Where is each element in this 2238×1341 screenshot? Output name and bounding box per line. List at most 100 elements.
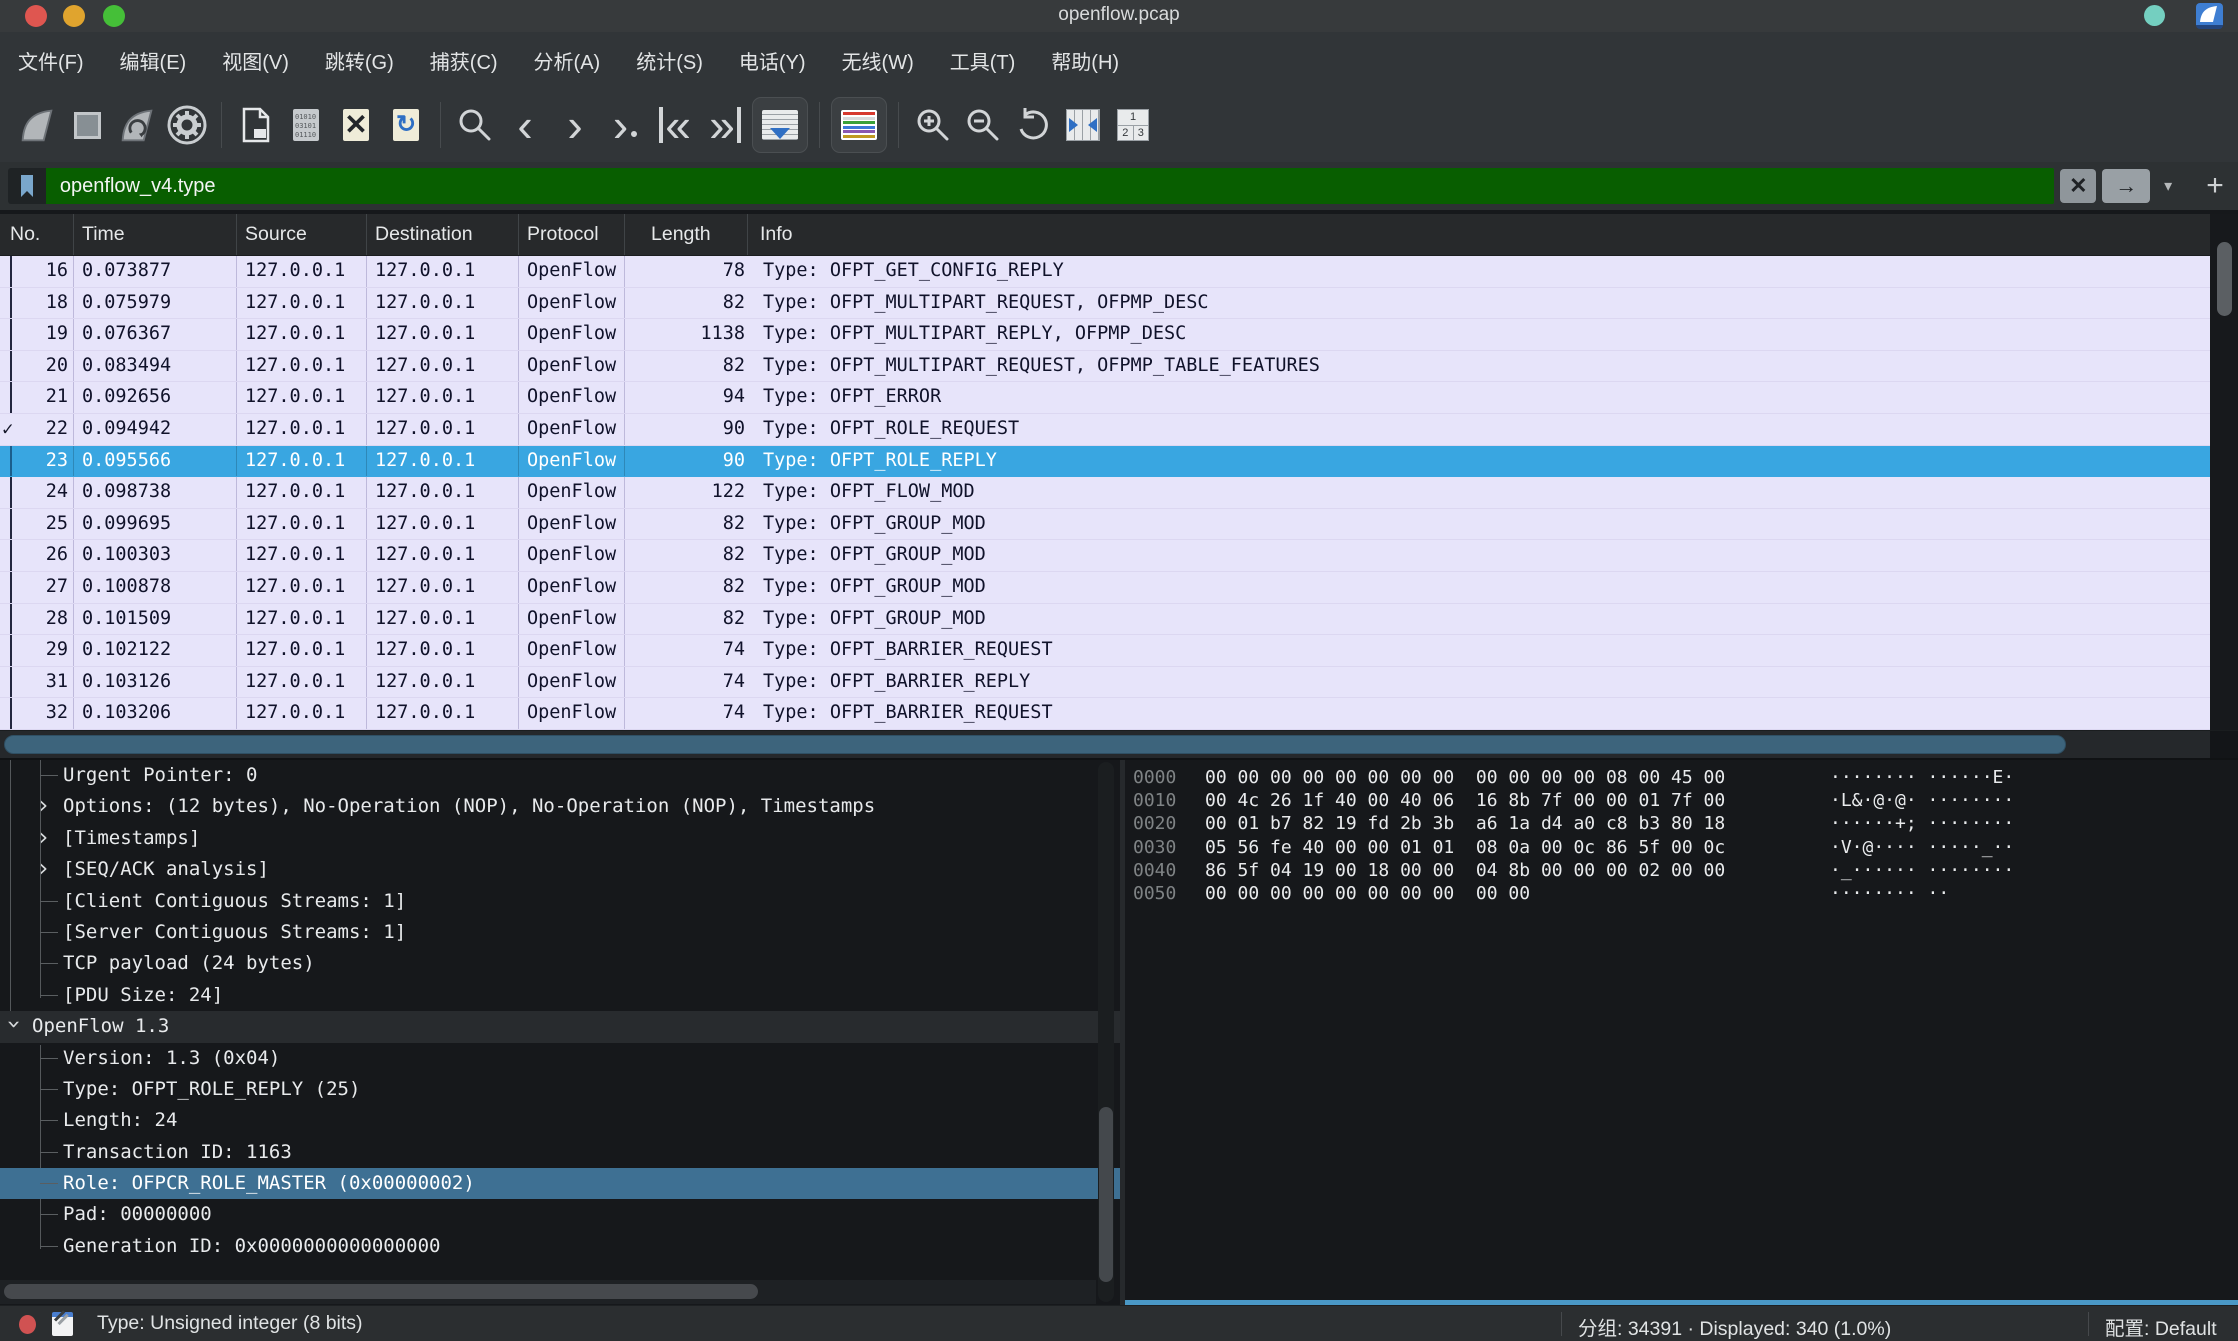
detail-pane-horizontal-scrollbar-thumb[interactable] xyxy=(4,1284,758,1299)
first-packet-icon[interactable]: « xyxy=(650,97,700,153)
detail-tree-row[interactable]: TCP payload (24 bytes) xyxy=(0,948,1120,979)
capture-comment-icon[interactable] xyxy=(52,1312,73,1336)
detail-tree-row[interactable]: ›Options: (12 bytes), No-Operation (NOP)… xyxy=(0,791,1120,822)
zoom-out-icon[interactable] xyxy=(958,97,1008,153)
previous-packet-icon[interactable]: ‹ xyxy=(500,97,550,153)
detail-tree-row[interactable]: [Server Contiguous Streams: 1] xyxy=(0,917,1120,948)
packet-row[interactable]: ✓220.094942127.0.0.1127.0.0.1OpenFlow90T… xyxy=(0,414,2210,446)
packet-list-vertical-scrollbar-thumb[interactable] xyxy=(2217,242,2232,316)
auto-scroll-icon[interactable] xyxy=(752,97,808,153)
detail-pane-vertical-scrollbar[interactable] xyxy=(1098,762,1114,1302)
start-capture-fin-icon[interactable] xyxy=(12,97,62,153)
menu-item-go[interactable]: 跳转(G) xyxy=(307,46,412,75)
packet-row[interactable]: 180.075979127.0.0.1127.0.0.1OpenFlow82Ty… xyxy=(0,288,2210,320)
reload-file-icon[interactable]: ↻ xyxy=(381,97,431,153)
packet-row[interactable]: 190.076367127.0.0.1127.0.0.1OpenFlow1138… xyxy=(0,319,2210,351)
detail-tree-row[interactable]: Role: OFPCR_ROLE_MASTER (0x00000002) xyxy=(0,1168,1120,1199)
hex-row[interactable]: 001000 4c 26 1f 40 00 40 06 16 8b 7f 00 … xyxy=(1125,789,2238,812)
last-packet-icon[interactable]: » xyxy=(700,97,750,153)
display-filter-input[interactable]: openflow_v4.type xyxy=(46,168,2054,204)
menu-item-wireless[interactable]: 无线(W) xyxy=(824,46,932,75)
detail-tree-row[interactable]: Generation ID: 0x0000000000000000 xyxy=(0,1231,1120,1262)
zoom-in-icon[interactable] xyxy=(908,97,958,153)
column-header-destination[interactable]: Destination xyxy=(367,214,519,255)
filter-clear-button[interactable]: ✕ xyxy=(2060,169,2096,203)
profile-status[interactable]: 配置: Default xyxy=(2105,1312,2217,1341)
packet-row[interactable]: 210.092656127.0.0.1127.0.0.1OpenFlow94Ty… xyxy=(0,382,2210,414)
column-header-source[interactable]: Source xyxy=(237,214,367,255)
hex-row[interactable]: 002000 01 b7 82 19 fd 2b 3b a6 1a d4 a0 … xyxy=(1125,812,2238,835)
packet-row[interactable]: 280.101509127.0.0.1127.0.0.1OpenFlow82Ty… xyxy=(0,604,2210,636)
column-header-info[interactable]: Info xyxy=(748,214,2210,255)
menu-item-analyze[interactable]: 分析(A) xyxy=(516,46,619,75)
hex-row[interactable]: 004086 5f 04 19 00 18 00 00 04 8b 00 00 … xyxy=(1125,859,2238,882)
resize-columns-icon[interactable] xyxy=(1058,97,1108,153)
packet-row[interactable]: 310.103126127.0.0.1127.0.0.1OpenFlow74Ty… xyxy=(0,667,2210,699)
layout-123-icon[interactable]: 123 xyxy=(1108,97,1158,153)
stream-line-icon xyxy=(0,446,28,477)
menu-item-help[interactable]: 帮助(H) xyxy=(1033,46,1137,75)
packet-row[interactable]: 240.098738127.0.0.1127.0.0.1OpenFlow122T… xyxy=(0,477,2210,509)
detail-tree-row[interactable]: Type: OFPT_ROLE_REPLY (25) xyxy=(0,1074,1120,1105)
restart-capture-icon[interactable] xyxy=(112,97,162,153)
menu-item-view[interactable]: 视图(V) xyxy=(204,46,307,75)
packet-row[interactable]: 320.103206127.0.0.1127.0.0.1OpenFlow74Ty… xyxy=(0,698,2210,730)
filter-add-button[interactable]: + xyxy=(2200,169,2230,203)
save-file-icon[interactable]: 010100310101110 xyxy=(281,97,331,153)
filter-apply-button[interactable]: → xyxy=(2102,169,2150,203)
detail-tree-row[interactable]: Length: 24 xyxy=(0,1105,1120,1136)
column-header-time[interactable]: Time xyxy=(74,214,237,255)
menu-item-capture[interactable]: 捕获(C) xyxy=(412,46,516,75)
find-packet-icon[interactable] xyxy=(450,97,500,153)
detail-tree-row[interactable]: ›[Timestamps] xyxy=(0,823,1120,854)
filter-dropdown-chevron-icon[interactable]: ▾ xyxy=(2158,176,2178,196)
collapsed-chevron-icon[interactable]: › xyxy=(36,823,50,852)
open-file-icon[interactable] xyxy=(231,97,281,153)
menu-item-tools[interactable]: 工具(T) xyxy=(932,46,1034,75)
packet-row[interactable]: 200.083494127.0.0.1127.0.0.1OpenFlow82Ty… xyxy=(0,351,2210,383)
detail-tree-row[interactable]: Version: 1.3 (0x04) xyxy=(0,1043,1120,1074)
close-file-icon[interactable]: ✕ xyxy=(331,97,381,153)
detail-pane-horizontal-scrollbar[interactable] xyxy=(0,1280,1096,1304)
detail-pane-vertical-scrollbar-thumb[interactable] xyxy=(1099,1107,1113,1282)
collapsed-chevron-icon[interactable]: › xyxy=(36,791,50,820)
collapsed-chevron-icon[interactable]: › xyxy=(36,854,50,883)
menu-item-telephony[interactable]: 电话(Y) xyxy=(721,46,824,75)
detail-tree-row[interactable]: [PDU Size: 24] xyxy=(0,980,1120,1011)
capture-options-gear-icon[interactable] xyxy=(162,97,212,153)
packet-row[interactable]: 160.073877127.0.0.1127.0.0.1OpenFlow78Ty… xyxy=(0,256,2210,288)
expert-info-icon[interactable] xyxy=(19,1315,36,1334)
next-packet-icon[interactable]: › xyxy=(550,97,600,153)
packet-list-horizontal-scrollbar[interactable] xyxy=(0,730,2238,758)
hex-row[interactable]: 003005 56 fe 40 00 00 01 01 08 0a 00 0c … xyxy=(1125,836,2238,859)
packet-row[interactable]: 250.099695127.0.0.1127.0.0.1OpenFlow82Ty… xyxy=(0,509,2210,541)
menu-item-file[interactable]: 文件(F) xyxy=(0,46,102,75)
detail-tree-row[interactable]: ›OpenFlow 1.3 xyxy=(0,1011,1120,1042)
packet-cell: 0.098738 xyxy=(74,477,237,508)
detail-tree-row[interactable]: [Client Contiguous Streams: 1] xyxy=(0,886,1120,917)
column-header-length[interactable]: Length xyxy=(625,214,748,255)
bookmark-icon[interactable] xyxy=(8,168,46,204)
expanded-chevron-icon[interactable]: › xyxy=(0,1017,28,1031)
hex-row[interactable]: 005000 00 00 00 00 00 00 00 00 00·······… xyxy=(1125,882,2238,905)
stop-capture-icon[interactable] xyxy=(62,97,112,153)
packet-row[interactable]: 260.100303127.0.0.1127.0.0.1OpenFlow82Ty… xyxy=(0,540,2210,572)
packet-list-vertical-scrollbar[interactable] xyxy=(2210,214,2238,730)
detail-tree-row[interactable]: Urgent Pointer: 0 xyxy=(0,760,1120,791)
packet-list-horizontal-scrollbar-thumb[interactable] xyxy=(4,735,2066,754)
column-header-no[interactable]: No. xyxy=(0,214,74,255)
hex-ascii: ········ ······E· xyxy=(1830,766,2014,789)
menu-item-statistics[interactable]: 统计(S) xyxy=(618,46,721,75)
column-header-protocol[interactable]: Protocol xyxy=(519,214,625,255)
hex-row[interactable]: 000000 00 00 00 00 00 00 00 00 00 00 00 … xyxy=(1125,766,2238,789)
zoom-reset-icon[interactable] xyxy=(1008,97,1058,153)
packet-row[interactable]: 290.102122127.0.0.1127.0.0.1OpenFlow74Ty… xyxy=(0,635,2210,667)
packet-row[interactable]: 270.100878127.0.0.1127.0.0.1OpenFlow82Ty… xyxy=(0,572,2210,604)
colorize-icon[interactable] xyxy=(831,97,887,153)
menu-item-edit[interactable]: 编辑(E) xyxy=(102,46,205,75)
packet-row[interactable]: 230.095566127.0.0.1127.0.0.1OpenFlow90Ty… xyxy=(0,446,2210,478)
detail-tree-row[interactable]: Pad: 00000000 xyxy=(0,1199,1120,1230)
goto-packet-icon[interactable]: › xyxy=(600,97,650,153)
detail-tree-row[interactable]: Transaction ID: 1163 xyxy=(0,1137,1120,1168)
detail-tree-row[interactable]: ›[SEQ/ACK analysis] xyxy=(0,854,1120,885)
